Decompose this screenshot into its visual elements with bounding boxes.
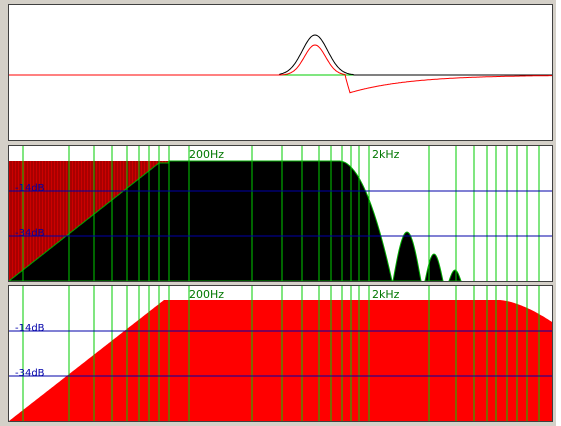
spectrum-plot: 200Hz 2kHz -14dB -34dB bbox=[9, 146, 552, 281]
window-right-edge bbox=[556, 0, 561, 426]
response-freq-label-200hz: 200Hz bbox=[189, 288, 224, 301]
spectrum-side-lobe bbox=[424, 253, 444, 281]
impulse-black-trace bbox=[9, 34, 552, 76]
impulse-response-panel bbox=[8, 4, 553, 141]
response-main-fill bbox=[9, 300, 552, 421]
spectrum-panel: 200Hz 2kHz -14dB -34dB bbox=[8, 145, 553, 282]
impulse-response-plot bbox=[9, 34, 552, 94]
spectrum-side-lobe bbox=[448, 269, 462, 281]
response-freq-label-2khz: 2kHz bbox=[372, 288, 400, 301]
spectrum-db-label-34: -34dB bbox=[15, 228, 45, 239]
spectrum-freq-label-200hz: 200Hz bbox=[189, 148, 224, 161]
impulse-red-trace bbox=[9, 44, 552, 94]
spectrum-freq-label-2khz: 2kHz bbox=[372, 148, 400, 161]
spectrum-db-label-14: -14dB bbox=[15, 183, 45, 194]
frequency-response-panel: 200Hz 2kHz -14dB -34dB bbox=[8, 285, 553, 422]
frequency-response-plot: 200Hz 2kHz -14dB -34dB bbox=[9, 286, 552, 421]
response-db-label-14: -14dB bbox=[15, 323, 45, 334]
spectrum-side-lobe bbox=[392, 231, 422, 281]
response-db-label-34: -34dB bbox=[15, 368, 45, 379]
